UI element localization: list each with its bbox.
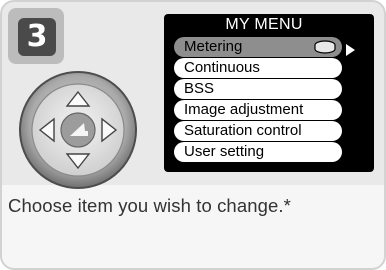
menu-item-metering[interactable]: Metering	[174, 37, 342, 57]
instruction-caption: Choose item you wish to change.*	[8, 195, 291, 216]
menu-item-saturation-control[interactable]: Saturation control	[174, 121, 342, 141]
menu-item-label: Saturation control	[184, 122, 302, 139]
my-menu-panel: MY MENU Metering Continuous BSS Image ad…	[164, 14, 374, 172]
menu-item-image-adjustment[interactable]: Image adjustment	[174, 100, 342, 120]
menu-item-label: Continuous	[184, 59, 260, 76]
menu-item-label: BSS	[184, 80, 215, 97]
menu-item-continuous[interactable]: Continuous	[174, 58, 342, 78]
metering-lens-icon	[314, 40, 336, 54]
menu-item-user-setting[interactable]: User setting	[174, 142, 342, 162]
menu-item-label: User setting	[184, 143, 265, 160]
menu-title: MY MENU	[225, 16, 303, 33]
menu-item-label: Image adjustment	[184, 101, 304, 118]
multi-selector-icon	[18, 70, 138, 190]
step-badge: 3	[8, 8, 64, 64]
instruction-card: 3 MY MENU Metering Continuous BSS Image …	[0, 0, 386, 270]
menu-item-label: Metering	[184, 38, 243, 55]
step-number: 3	[18, 18, 56, 56]
arrow-right-icon	[346, 44, 355, 56]
menu-item-bss[interactable]: BSS	[174, 79, 342, 99]
